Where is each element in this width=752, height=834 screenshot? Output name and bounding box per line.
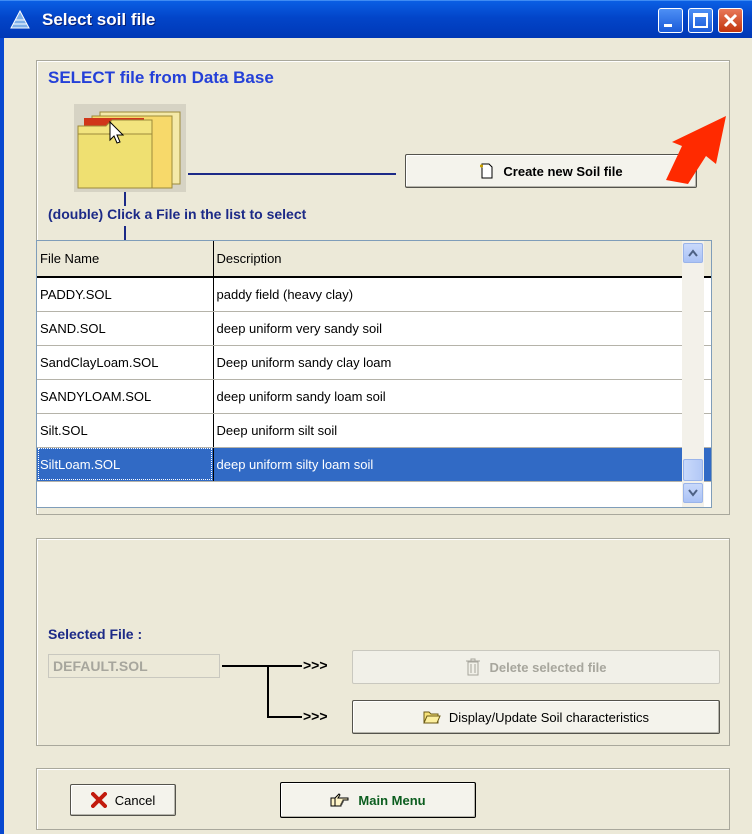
cancel-button[interactable]: Cancel [70, 784, 176, 816]
scroll-down-button[interactable] [683, 483, 703, 503]
delete-selected-file-button[interactable]: Delete selected file [352, 650, 720, 684]
description-cell[interactable]: deep uniform very sandy soil [213, 311, 684, 346]
file-list[interactable]: File Name Description PADDY.SOL paddy fi… [36, 240, 712, 508]
table-row[interactable]: SAND.SOL deep uniform very sandy soil [37, 311, 711, 346]
selected-file-field: DEFAULT.SOL [48, 654, 220, 678]
column-header-file-name[interactable]: File Name [37, 241, 214, 278]
list-scrollbar[interactable] [682, 241, 704, 507]
scroll-down-icon [688, 489, 698, 497]
description-cell[interactable]: Deep uniform silt soil [213, 413, 684, 448]
title-bar: Select soil file [0, 0, 752, 38]
display-update-soil-button[interactable]: Display/Update Soil characteristics [352, 700, 720, 734]
file-name-cell[interactable]: SANDYLOAM.SOL [37, 379, 214, 414]
connector-line [267, 716, 302, 718]
connector-line [188, 173, 396, 175]
minimize-icon [664, 24, 672, 27]
create-soil-file-button[interactable]: Create new Soil file [405, 154, 697, 188]
selection-hint: (double) Click a File in the list to sel… [48, 206, 307, 222]
description-cell[interactable]: paddy field (heavy clay) [213, 277, 684, 312]
table-row[interactable]: Silt.SOL Deep uniform silt soil [37, 413, 711, 448]
main-menu-button[interactable]: Main Menu [280, 782, 476, 818]
table-row[interactable]: SANDYLOAM.SOL deep uniform sandy loam so… [37, 379, 711, 414]
cancel-label: Cancel [114, 792, 156, 808]
connector-line [267, 665, 269, 717]
delete-selected-file-label: Delete selected file [489, 659, 607, 675]
scroll-up-icon [688, 249, 698, 257]
description-cell[interactable]: deep uniform silty loam soil [213, 447, 684, 482]
description-cell[interactable]: Deep uniform sandy clay loam [213, 345, 684, 380]
new-file-icon [480, 163, 493, 179]
app-icon [10, 10, 30, 29]
column-header-description[interactable]: Description [213, 241, 684, 278]
table-row[interactable]: SandClayLoam.SOL Deep uniform sandy clay… [37, 345, 711, 380]
window-frame-left [0, 38, 4, 834]
connector-line [124, 226, 126, 240]
close-button[interactable] [718, 8, 743, 33]
maximize-button[interactable] [688, 8, 713, 33]
table-row-selected[interactable]: SiltLoam.SOL deep uniform silty loam soi… [37, 447, 711, 482]
selected-file-label: Selected File : [48, 626, 143, 642]
table-row[interactable]: PADDY.SOL paddy field (heavy clay) [37, 277, 711, 312]
display-update-soil-label: Display/Update Soil characteristics [448, 709, 650, 725]
panel-heading: SELECT file from Data Base [48, 68, 274, 87]
arrows-to-display: >>> [303, 708, 328, 724]
pointing-hand-icon [330, 793, 349, 807]
scroll-thumb[interactable] [683, 459, 703, 481]
description-cell[interactable]: deep uniform sandy loam soil [213, 379, 684, 414]
connector-line [222, 665, 302, 667]
file-name-cell[interactable]: Silt.SOL [37, 413, 214, 448]
folder-stack-icon [74, 104, 186, 192]
trash-icon [466, 658, 481, 676]
red-arrow-icon [666, 116, 726, 184]
connector-line [124, 192, 126, 206]
create-soil-file-label: Create new Soil file [503, 163, 623, 179]
maximize-icon [693, 13, 708, 28]
main-menu-label: Main Menu [358, 792, 426, 808]
minimize-button[interactable] [658, 8, 683, 33]
window-title: Select soil file [42, 10, 156, 29]
file-name-cell[interactable]: PADDY.SOL [37, 277, 214, 312]
file-name-cell[interactable]: SiltLoam.SOL [37, 447, 214, 482]
scroll-up-button[interactable] [683, 243, 703, 263]
close-icon [723, 13, 738, 28]
open-folder-icon [423, 711, 441, 724]
arrows-to-delete: >>> [303, 657, 328, 673]
cancel-x-icon [90, 792, 107, 808]
file-name-cell[interactable]: SAND.SOL [37, 311, 214, 346]
file-name-cell[interactable]: SandClayLoam.SOL [37, 345, 214, 380]
